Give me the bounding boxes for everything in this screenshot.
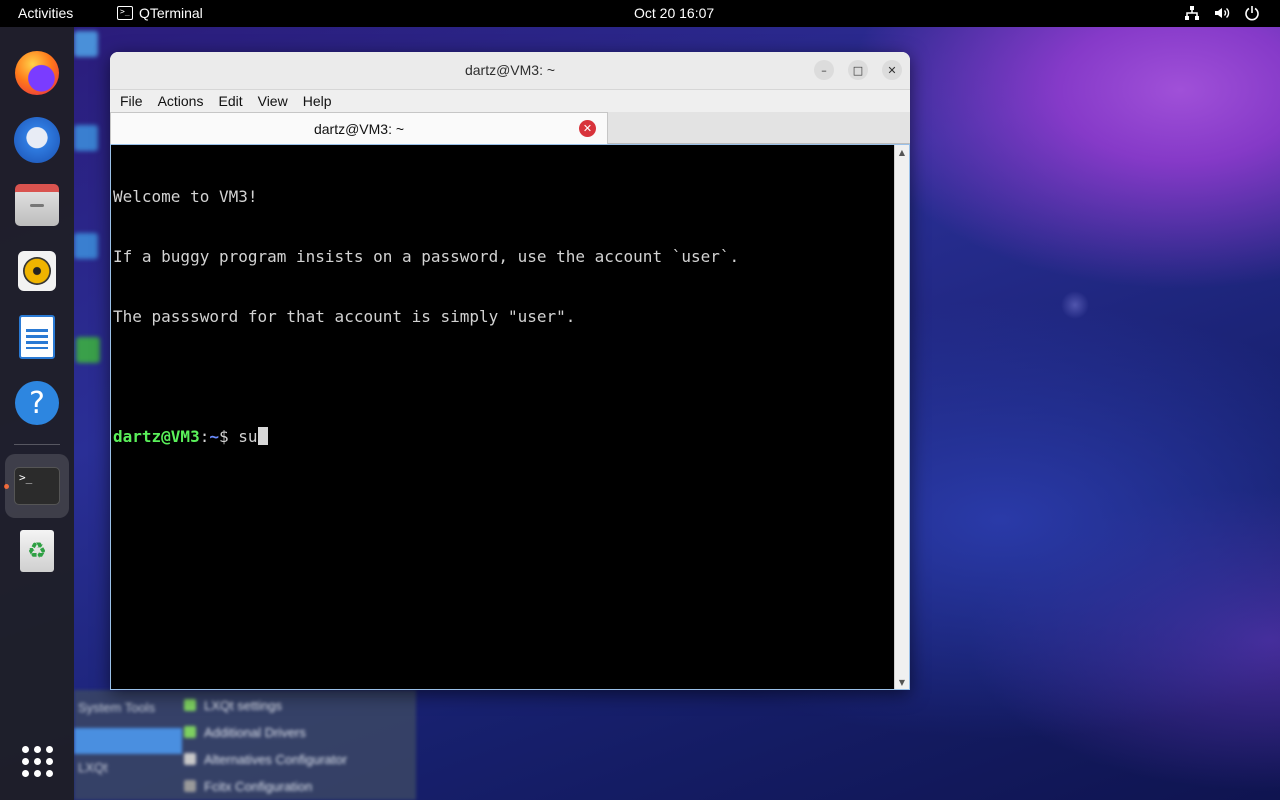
menu-item-lxqt-settings[interactable]: LXQt settings	[184, 694, 282, 716]
menu-item-highlighted[interactable]	[74, 728, 182, 754]
dock-terminal[interactable]: >_	[5, 454, 69, 518]
prompt-path: ~	[209, 427, 219, 446]
app-name: QTerminal	[139, 5, 203, 21]
text-cursor	[257, 427, 268, 445]
window-title: dartz@VM3: ~	[464, 62, 556, 78]
dock: ? >_ ♻	[0, 27, 74, 800]
menu-actions[interactable]: Actions	[158, 93, 204, 109]
fcitx-icon	[184, 780, 196, 792]
tab-bar: dartz@VM3: ~ ✕	[110, 112, 910, 144]
trash-icon: ♻	[20, 530, 54, 572]
files-icon	[15, 184, 59, 226]
thunderbird-icon	[14, 117, 60, 163]
menu-edit[interactable]: Edit	[218, 93, 242, 109]
menu-item-system-tools[interactable]: System Tools	[78, 700, 155, 715]
terminal-line: Welcome to VM3!	[113, 187, 258, 206]
dock-libreoffice-writer[interactable]	[11, 311, 63, 363]
desktop-icons-blurred	[72, 27, 112, 800]
qterminal-window: dartz@VM3: ~ – □ ✕ File Actions Edit Vie…	[110, 52, 910, 690]
menu-item-lxqt[interactable]: LXQt	[78, 760, 108, 775]
command-input[interactable]: su	[238, 427, 257, 446]
dock-files[interactable]	[11, 181, 63, 233]
menu-item-fcitx-configuration[interactable]: Fcitx Configuration	[184, 775, 312, 797]
desktop-folder-icon[interactable]	[74, 125, 98, 151]
activities-button[interactable]: Activities	[18, 5, 73, 21]
menu-bar: File Actions Edit View Help	[110, 90, 910, 112]
firefox-icon	[15, 51, 59, 95]
desktop-home-folder-icon[interactable]	[74, 31, 98, 57]
menu-file[interactable]: File	[120, 93, 143, 109]
drivers-icon	[184, 726, 196, 738]
terminal-area[interactable]: Welcome to VM3! If a buggy program insis…	[110, 144, 910, 690]
show-apps-icon	[21, 745, 53, 777]
volume-icon[interactable]	[1214, 4, 1230, 22]
help-icon: ?	[15, 381, 59, 425]
close-button[interactable]: ✕	[882, 60, 902, 80]
window-titlebar[interactable]: dartz@VM3: ~ – □ ✕	[110, 52, 910, 90]
terminal-line: The passsword for that account is simply…	[113, 307, 576, 326]
system-tray[interactable]	[1184, 4, 1260, 22]
clock[interactable]: Oct 20 16:07	[634, 5, 714, 21]
terminal-icon: >_	[14, 467, 60, 505]
terminal-line: If a buggy program insists on a password…	[113, 247, 740, 266]
scroll-up-icon[interactable]: ▲	[895, 145, 909, 159]
terminal-app-icon: >_	[117, 6, 133, 20]
terminal-output: Welcome to VM3! If a buggy program insis…	[113, 147, 893, 487]
desktop-network-icon[interactable]	[74, 233, 98, 259]
prompt-user: dartz@VM3	[113, 427, 200, 446]
menu-view[interactable]: View	[258, 93, 288, 109]
dock-separator	[14, 444, 60, 445]
scroll-down-icon[interactable]: ▼	[895, 675, 909, 689]
app-menu[interactable]: >_ QTerminal	[117, 5, 203, 21]
menu-help[interactable]: Help	[303, 93, 332, 109]
menu-item-alternatives-configurator[interactable]: Alternatives Configurator	[184, 748, 347, 770]
maximize-button[interactable]: □	[848, 60, 868, 80]
dock-firefox[interactable]	[11, 47, 63, 99]
application-menu-blurred: System Tools LXQt LXQt settings Addition…	[74, 690, 416, 800]
prompt-symbol: $	[218, 427, 239, 446]
dock-trash[interactable]: ♻	[11, 525, 63, 577]
terminal-scrollbar[interactable]: ▲ ▼	[894, 145, 909, 689]
dock-thunderbird[interactable]	[11, 114, 63, 166]
alternatives-icon	[184, 753, 196, 765]
dock-show-apps[interactable]	[11, 735, 63, 787]
power-icon[interactable]	[1244, 4, 1260, 22]
network-icon[interactable]	[1184, 4, 1200, 22]
desktop-trash-icon[interactable]	[76, 337, 100, 363]
top-bar: Activities >_ QTerminal Oct 20 16:07	[0, 0, 1280, 27]
minimize-button[interactable]: –	[814, 60, 834, 80]
dock-help[interactable]: ?	[11, 377, 63, 429]
settings-icon	[184, 699, 196, 711]
dock-rhythmbox[interactable]	[11, 245, 63, 297]
tab-terminal[interactable]: dartz@VM3: ~ ✕	[110, 112, 608, 144]
libreoffice-writer-icon	[19, 315, 55, 359]
menu-item-additional-drivers[interactable]: Additional Drivers	[184, 721, 306, 743]
prompt-separator: :	[199, 427, 210, 446]
tab-label: dartz@VM3: ~	[313, 120, 405, 137]
rhythmbox-icon	[18, 251, 56, 291]
prompt-line[interactable]: dartz@VM3:~$ su	[113, 427, 893, 447]
tab-close-icon[interactable]: ✕	[579, 120, 596, 137]
